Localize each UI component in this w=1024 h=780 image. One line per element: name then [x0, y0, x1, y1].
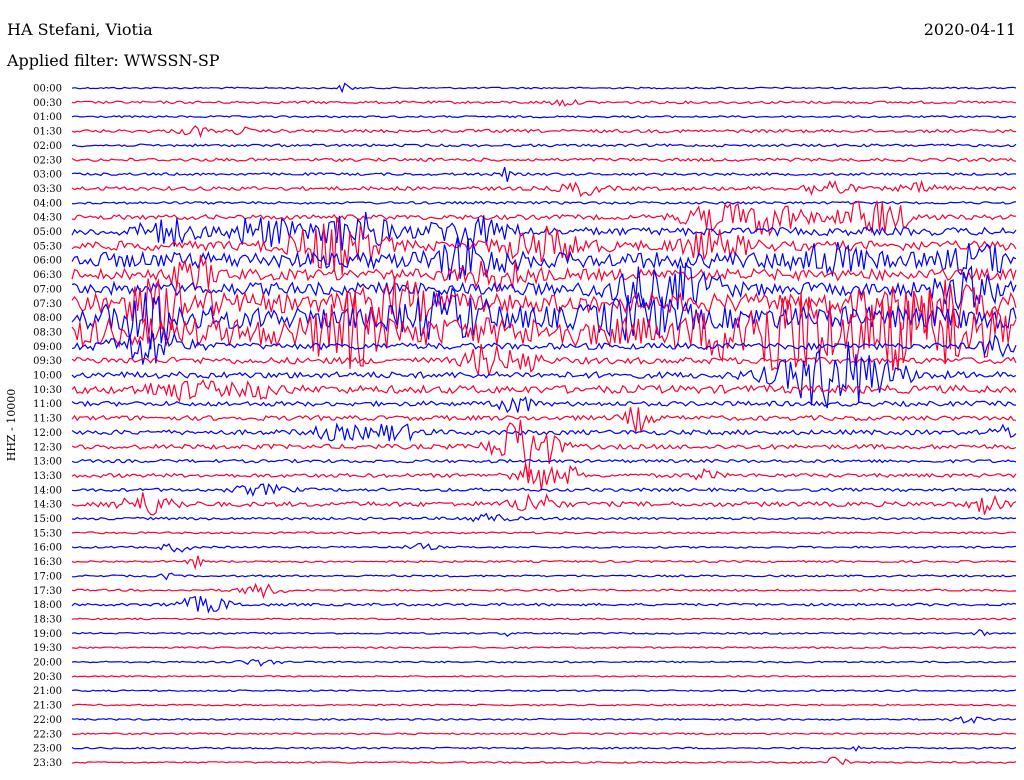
- time-label: 04:00: [33, 198, 62, 209]
- time-label: 17:00: [33, 571, 62, 582]
- y-axis-label: HHZ - 10000: [5, 389, 18, 462]
- trace-0100: [71, 115, 1017, 119]
- trace-1030: [71, 379, 1017, 403]
- time-label: 10:30: [33, 385, 62, 396]
- trace-1200: [71, 422, 1017, 442]
- time-label: 02:00: [33, 141, 62, 152]
- time-label: 11:30: [33, 414, 62, 425]
- trace-2230: [71, 732, 1017, 736]
- time-label: 06:00: [33, 256, 62, 267]
- trace-1900: [71, 628, 1016, 638]
- time-label: 03:00: [33, 170, 62, 181]
- time-label: 23:30: [33, 758, 62, 769]
- trace-1600: [71, 542, 1017, 553]
- time-label: 16:30: [33, 557, 62, 568]
- trace-1800: [71, 595, 1017, 614]
- time-label: 23:00: [33, 744, 62, 755]
- trace-0300: [71, 167, 1017, 182]
- trace-0400: [71, 200, 1017, 205]
- time-label: 20:30: [33, 672, 62, 683]
- time-label: 12:30: [33, 442, 62, 453]
- time-label: 15:00: [33, 514, 62, 525]
- time-label: 17:30: [33, 586, 62, 597]
- time-label: 05:00: [33, 227, 62, 238]
- trace-2030: [71, 675, 1017, 678]
- time-label: 13:00: [33, 457, 62, 468]
- time-label: 16:00: [33, 543, 62, 554]
- trace-1230: [71, 419, 1017, 478]
- time-label: 18:30: [33, 614, 62, 625]
- time-label: 07:30: [33, 299, 62, 310]
- trace-0430: [71, 200, 1017, 237]
- time-label: 22:30: [33, 729, 62, 740]
- time-label: 09:00: [33, 342, 62, 353]
- time-label: 00:00: [33, 84, 62, 95]
- trace-1830: [71, 617, 1017, 621]
- time-label: 05:30: [33, 241, 62, 252]
- time-label: 08:30: [33, 327, 62, 338]
- trace-0200: [71, 143, 1017, 148]
- trace-0330: [71, 179, 1017, 198]
- trace-1700: [72, 572, 1017, 581]
- time-label: 18:00: [33, 600, 62, 611]
- time-label: 07:00: [33, 284, 62, 295]
- time-label: 19:00: [33, 629, 62, 640]
- time-label: 14:30: [33, 500, 62, 511]
- time-label: 04:30: [33, 213, 62, 224]
- trace-1930: [71, 646, 1017, 650]
- trace-0830: [71, 290, 1017, 372]
- time-label: 21:00: [33, 686, 62, 697]
- time-label: 03:30: [33, 184, 62, 195]
- time-label: 00:30: [33, 98, 62, 109]
- time-label: 14:00: [33, 485, 62, 496]
- time-label: 06:30: [33, 270, 62, 281]
- traces-group: [71, 82, 1017, 766]
- trace-1630: [71, 555, 1017, 571]
- time-label: 08:00: [33, 313, 62, 324]
- time-label: 22:00: [33, 715, 62, 726]
- time-label: 11:00: [33, 399, 62, 410]
- trace-0700: [71, 262, 1017, 311]
- trace-0230: [71, 157, 1017, 163]
- time-label: 02:30: [33, 155, 62, 166]
- trace-0930: [71, 343, 1017, 376]
- trace-1000: [71, 341, 1017, 409]
- trace-1730: [71, 582, 1017, 599]
- time-label: 21:30: [33, 701, 62, 712]
- trace-0000: [71, 82, 1017, 94]
- time-label: 13:30: [33, 471, 62, 482]
- trace-1430: [71, 492, 1017, 516]
- trace-1530: [71, 531, 1017, 535]
- time-label: 19:30: [33, 643, 62, 654]
- trace-1400: [71, 483, 1017, 497]
- trace-2330: [71, 756, 1017, 766]
- time-label: 01:30: [33, 127, 62, 138]
- trace-2300: [71, 745, 1017, 752]
- trace-1100: [71, 396, 1017, 414]
- time-label: 10:00: [33, 371, 62, 382]
- trace-2000: [71, 658, 1017, 667]
- time-labels-group: 00:00 00:30 01:00 01:30 02:00 02:30 03:00 03:30…: [33, 84, 62, 769]
- trace-0030: [71, 98, 1017, 107]
- time-label: 09:30: [33, 356, 62, 367]
- time-label: 20:00: [33, 658, 62, 669]
- trace-1300: [71, 458, 1017, 464]
- seismogram-plot: 00:00 00:30 01:00 01:30 02:00 02:30 03:00 03:30…: [5, 82, 1017, 769]
- time-label: 01:00: [33, 112, 62, 123]
- time-label: 15:30: [33, 528, 62, 539]
- time-label: 12:00: [33, 428, 62, 439]
- trace-2200: [71, 715, 1017, 725]
- trace-0130: [71, 125, 1017, 139]
- trace-1500: [71, 512, 1017, 523]
- trace-2100: [71, 689, 1017, 693]
- trace-1330: [71, 463, 1017, 491]
- trace-2130: [71, 703, 1017, 707]
- trace-1130: [71, 407, 1017, 433]
